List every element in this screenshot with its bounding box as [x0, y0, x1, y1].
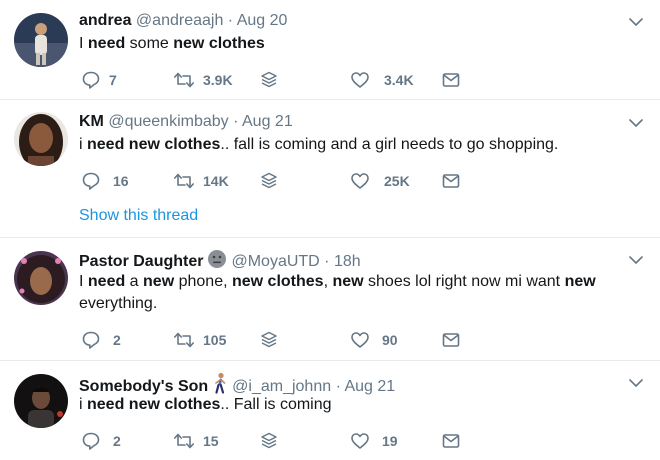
like-count: 90 — [382, 332, 398, 348]
like-icon — [350, 171, 370, 191]
like-count: 25K — [384, 173, 410, 189]
timestamp[interactable]: Aug 20 — [237, 12, 288, 29]
display-name[interactable]: andrea — [79, 12, 131, 29]
like-button[interactable]: 19 — [350, 431, 398, 451]
separator: · — [233, 113, 239, 130]
retweet-count: 15 — [203, 433, 219, 449]
stack-icon — [259, 431, 279, 451]
like-button[interactable]: 3.4K — [350, 70, 414, 90]
tweet-text: I need some new clothes — [79, 35, 265, 52]
reply-icon — [81, 330, 101, 350]
separator: · — [335, 378, 341, 395]
show-thread-link[interactable]: Show this thread — [79, 207, 198, 225]
tweet[interactable]: Somebody's Son @i_am_johnn · Aug 21 i nee… — [0, 361, 660, 460]
reply-icon — [81, 171, 101, 191]
retweet-icon — [173, 70, 195, 90]
timestamp[interactable]: Aug 21 — [344, 378, 395, 395]
tweet-text: i need new clothes.. Fall is coming — [79, 396, 332, 413]
tweet[interactable]: KM @queenkimbaby · Aug 21 i need new clo… — [0, 100, 660, 238]
message-button[interactable] — [441, 171, 461, 191]
message-icon — [441, 171, 461, 191]
retweet-icon — [173, 330, 195, 350]
separator: · — [324, 253, 330, 270]
reply-button[interactable]: 2 — [81, 330, 121, 350]
handle[interactable]: @i_am_johnn — [232, 378, 331, 395]
reply-icon — [81, 431, 101, 451]
tweet-header: andrea @andreaajh · Aug 20 — [79, 11, 287, 31]
retweet-count: 14K — [203, 173, 229, 189]
message-button[interactable] — [441, 70, 461, 90]
tweet-actions: 2 15 19 — [79, 431, 479, 451]
reply-count: 2 — [113, 433, 121, 449]
message-icon — [441, 70, 461, 90]
timestamp[interactable]: 18h — [334, 253, 361, 270]
message-button[interactable] — [441, 431, 461, 451]
chevron-down-icon[interactable] — [626, 250, 646, 270]
display-name[interactable]: Somebody's Son — [79, 378, 208, 395]
like-button[interactable]: 90 — [350, 330, 398, 350]
tweet-text: I need a new phone, new clothes, new sho… — [79, 273, 596, 312]
message-icon — [441, 330, 461, 350]
like-icon — [350, 431, 370, 451]
stack-button[interactable] — [259, 70, 279, 90]
tweet-actions: 2 105 90 — [79, 330, 479, 350]
like-count: 3.4K — [384, 72, 414, 88]
stack-button[interactable] — [259, 171, 279, 191]
like-button[interactable]: 25K — [350, 171, 410, 191]
avatar[interactable] — [14, 374, 68, 428]
retweet-button[interactable]: 105 — [173, 330, 226, 350]
reply-button[interactable]: 2 — [81, 431, 121, 451]
reply-count: 7 — [109, 72, 117, 88]
handle[interactable]: @MoyaUTD — [231, 253, 319, 270]
tweet[interactable]: andrea @andreaajh · Aug 20 I need some n… — [0, 0, 660, 100]
reply-icon — [81, 70, 101, 90]
display-name[interactable]: Pastor Daughter — [79, 253, 203, 270]
display-name[interactable]: KM — [79, 113, 104, 130]
handle[interactable]: @andreaajh — [136, 12, 223, 29]
retweet-button[interactable]: 14K — [173, 171, 229, 191]
reply-count: 2 — [113, 332, 121, 348]
retweet-icon — [173, 171, 195, 191]
chevron-down-icon[interactable] — [626, 373, 646, 393]
retweet-icon — [173, 431, 195, 451]
reply-count: 16 — [113, 173, 129, 189]
stack-icon — [259, 171, 279, 191]
message-button[interactable] — [441, 330, 461, 350]
like-icon — [350, 70, 370, 90]
chevron-down-icon[interactable] — [626, 113, 646, 133]
reply-button[interactable]: 16 — [81, 171, 129, 191]
handle[interactable]: @queenkimbaby — [108, 113, 228, 130]
reply-button[interactable]: 7 — [81, 70, 117, 90]
timestamp[interactable]: Aug 21 — [242, 113, 293, 130]
stack-icon — [259, 70, 279, 90]
avatar[interactable] — [14, 13, 68, 67]
separator: · — [227, 12, 234, 29]
stack-icon — [259, 330, 279, 350]
tweet-actions: 16 14K 25K — [79, 171, 479, 191]
stack-button[interactable] — [259, 431, 279, 451]
like-icon — [350, 330, 370, 350]
retweet-button[interactable]: 15 — [173, 431, 219, 451]
retweet-button[interactable]: 3.9K — [173, 70, 233, 90]
tweet[interactable]: Pastor Daughter @MoyaUTD · 18h I need a n… — [0, 238, 660, 361]
retweet-count: 3.9K — [203, 72, 233, 88]
chevron-down-icon[interactable] — [626, 12, 646, 32]
message-icon — [441, 431, 461, 451]
tweet-header: KM @queenkimbaby · Aug 21 — [79, 112, 293, 132]
avatar[interactable] — [14, 251, 68, 305]
like-count: 19 — [382, 433, 398, 449]
avatar[interactable] — [14, 112, 68, 166]
tweet-text: i need new clothes.. fall is coming and … — [79, 136, 559, 153]
tweet-actions: 7 3.9K 3.4K — [79, 70, 479, 90]
retweet-count: 105 — [203, 332, 227, 348]
stack-button[interactable] — [259, 330, 279, 350]
